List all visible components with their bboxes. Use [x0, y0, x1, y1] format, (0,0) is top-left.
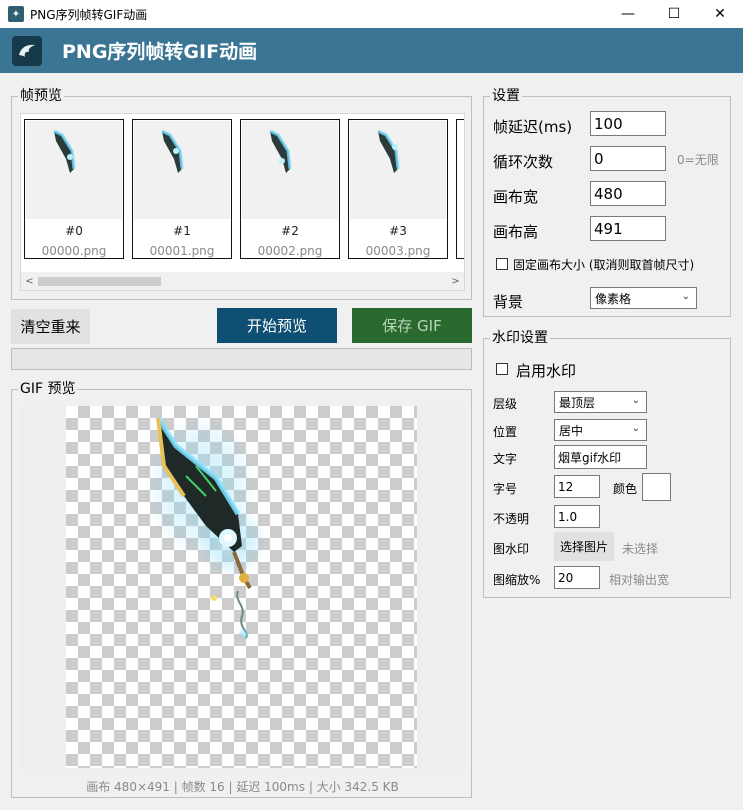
clear-button[interactable]: 清空重来	[11, 309, 90, 344]
banner-title: PNG序列帧转GIF动画	[62, 41, 258, 63]
frame-thumbnail	[242, 121, 338, 219]
loop-hint: 0=无限	[677, 153, 719, 167]
fixed-canvas-checkbox[interactable]	[496, 258, 508, 270]
gif-preview-legend: GIF 预览	[18, 380, 78, 398]
loop-input[interactable]: 0	[590, 146, 666, 171]
close-button[interactable]: ✕	[697, 0, 743, 28]
frame-filename: 00002.png	[257, 244, 323, 258]
layer-label: 层级	[493, 397, 518, 411]
background-label: 背景	[493, 293, 524, 311]
app-icon: ✦	[8, 6, 24, 22]
window-title: PNG序列帧转GIF动画	[30, 7, 148, 22]
position-select[interactable]: 居中 ⌄	[554, 419, 647, 441]
canvas-width-label: 画布宽	[493, 188, 539, 206]
background-select[interactable]: 像素格 ⌄	[590, 287, 697, 309]
font-size-input[interactable]: 12	[554, 475, 600, 498]
watermark-text-input[interactable]: 烟草gif水印	[554, 445, 647, 469]
position-select-value: 居中	[559, 423, 584, 438]
header-banner: PNG序列帧转GIF动画	[0, 28, 743, 73]
color-label: 颜色	[613, 482, 638, 496]
layer-select-value: 最顶层	[559, 395, 596, 410]
text-label: 文字	[493, 452, 518, 466]
frame-index: #3	[389, 224, 407, 238]
fixed-canvas-label: 固定画布大小 (取消则取首帧尺寸)	[513, 258, 695, 272]
image-status: 未选择	[622, 542, 659, 556]
canvas-width-input[interactable]: 480	[590, 181, 666, 206]
chevron-down-icon: ⌄	[631, 395, 640, 406]
enable-watermark-label: 启用水印	[516, 362, 577, 380]
app-window: ✦ PNG序列帧转GIF动画 — ☐ ✕ PNG序列帧转GIF动画 帧预览 #0…	[0, 0, 743, 810]
delay-input[interactable]: 100	[590, 111, 666, 136]
frame-thumbnail	[350, 121, 446, 219]
canvas-height-input[interactable]: 491	[590, 216, 666, 241]
canvas-height-label: 画布高	[493, 223, 539, 241]
choose-image-button[interactable]: 选择图片	[554, 532, 614, 561]
frame-item[interactable]: #0 00000.png	[24, 119, 124, 259]
chevron-down-icon: ⌄	[631, 423, 640, 434]
frame-thumbnail	[134, 121, 230, 219]
transparency-checkerboard	[66, 406, 417, 768]
sword-sprite-image	[146, 416, 266, 640]
chevron-down-icon: ⌄	[681, 291, 690, 302]
frame-filename: 00000.png	[41, 244, 107, 258]
save-gif-button[interactable]: 保存 GIF	[352, 308, 472, 343]
position-label: 位置	[493, 425, 518, 439]
title-bar: ✦ PNG序列帧转GIF动画 — ☐ ✕	[0, 0, 743, 28]
progress-bar	[11, 348, 472, 370]
scroll-right-arrow-icon[interactable]: >	[447, 273, 464, 290]
watermark-legend: 水印设置	[490, 329, 550, 347]
minimize-button[interactable]: —	[605, 0, 651, 28]
enable-watermark-checkbox[interactable]	[496, 363, 508, 375]
opacity-label: 不透明	[493, 512, 530, 526]
frame-item-partial[interactable]	[456, 119, 464, 259]
opacity-input[interactable]: 1.0	[554, 505, 600, 528]
frame-index: #0	[65, 224, 83, 238]
loop-label: 循环次数	[493, 153, 554, 171]
frame-filename: 00001.png	[149, 244, 215, 258]
frame-index: #2	[281, 224, 299, 238]
delay-label: 帧延迟(ms)	[493, 118, 573, 136]
color-swatch[interactable]	[642, 473, 671, 501]
scale-input[interactable]: 20	[554, 566, 600, 589]
frame-thumbnail	[26, 121, 122, 219]
frame-item[interactable]: #3 00003.png	[348, 119, 448, 259]
frame-list-scrollbar[interactable]: < >	[21, 272, 464, 290]
dragon-logo-icon	[12, 35, 42, 66]
settings-legend: 设置	[490, 87, 522, 105]
image-watermark-label: 图水印	[493, 542, 530, 556]
maximize-button[interactable]: ☐	[651, 0, 697, 28]
frame-item[interactable]: #1 00001.png	[132, 119, 232, 259]
scrollbar-thumb[interactable]	[38, 277, 161, 286]
gif-status-text: 画布 480×491 | 帧数 16 | 延迟 100ms | 大小 342.5…	[86, 780, 399, 794]
frame-index: #1	[173, 224, 191, 238]
background-select-value: 像素格	[595, 291, 632, 306]
layer-select[interactable]: 最顶层 ⌄	[554, 391, 647, 413]
scale-hint: 相对输出宽	[609, 573, 670, 587]
frame-preview-legend: 帧预览	[18, 87, 64, 105]
gif-preview-canvas	[20, 406, 465, 770]
scale-label: 图缩放%	[493, 573, 541, 587]
frame-item[interactable]: #2 00002.png	[240, 119, 340, 259]
frame-filename: 00003.png	[365, 244, 431, 258]
frame-list[interactable]: #0 00000.png #1 00001.png #2 00002.png #…	[20, 113, 465, 291]
scroll-left-arrow-icon[interactable]: <	[21, 273, 38, 290]
start-preview-button[interactable]: 开始预览	[217, 308, 337, 343]
font-size-label: 字号	[493, 482, 518, 496]
